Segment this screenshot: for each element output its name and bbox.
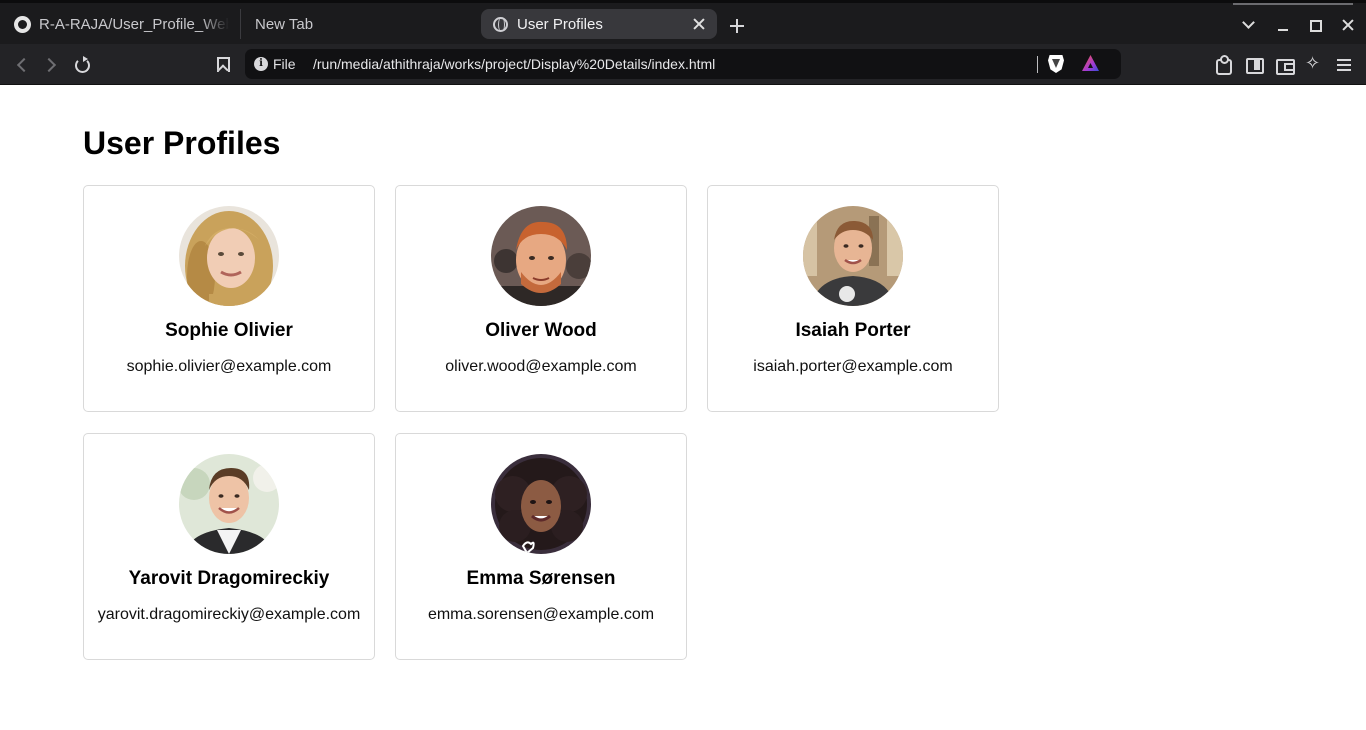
woman-blonde-photo (179, 206, 279, 306)
sidebar-icon[interactable] (1243, 54, 1265, 76)
tab-label: User Profiles (517, 15, 603, 33)
page-viewport: User Profiles Sophie Olivier sophie.oliv… (0, 85, 1366, 730)
user-name: Isaiah Porter (795, 320, 911, 341)
avatar (491, 206, 591, 306)
globe-icon (493, 16, 508, 32)
url-divider (1037, 56, 1038, 73)
woman-curly-hair-photo (491, 454, 591, 554)
tab-label: R-A-RAJA/User_Profile_Web (39, 15, 229, 33)
tab-user-profiles[interactable]: User Profiles (481, 9, 717, 39)
user-email: oliver.wood@example.com (445, 358, 637, 375)
user-card: Emma Sørensen emma.sorensen@example.com (395, 433, 687, 660)
tab-list-icon[interactable] (1239, 15, 1259, 35)
user-name: Sophie Olivier (165, 320, 293, 341)
user-card-grid: Sophie Olivier sophie.olivier@example.co… (83, 185, 1003, 660)
browser-toolbar: i File /run/media/athithraja/works/proje… (0, 44, 1366, 85)
tab-new-tab[interactable]: New Tab (240, 9, 470, 39)
new-tab-button[interactable] (727, 16, 747, 36)
avatar (491, 454, 591, 554)
avatar (179, 454, 279, 554)
tab-github-repo[interactable]: R-A-RAJA/User_Profile_Web (14, 9, 232, 39)
url-text[interactable]: /run/media/athithraja/works/project/Disp… (313, 56, 715, 72)
user-name: Emma Sørensen (466, 568, 616, 589)
close-window-icon[interactable] (1338, 15, 1358, 35)
bookmark-icon[interactable] (211, 54, 233, 76)
tab-label: New Tab (255, 15, 314, 33)
user-card: Oliver Wood oliver.wood@example.com (395, 185, 687, 412)
user-name: Yarovit Dragomireckiy (128, 568, 330, 589)
github-icon (14, 15, 31, 33)
user-card: Sophie Olivier sophie.olivier@example.co… (83, 185, 375, 412)
brave-rewards-icon[interactable] (1082, 55, 1099, 71)
user-card: Isaiah Porter isaiah.porter@example.com (707, 185, 999, 412)
tab-strip-accent (1233, 3, 1353, 5)
user-card: Yarovit Dragomireckiy yarovit.dragomirec… (83, 433, 375, 660)
avatar (179, 206, 279, 306)
url-scheme-label: File (273, 56, 296, 72)
man-red-hair-photo (491, 206, 591, 306)
man-blazer-photo (179, 454, 279, 554)
back-icon[interactable] (11, 54, 33, 76)
avatar (803, 206, 903, 306)
user-name: Oliver Wood (485, 320, 597, 341)
maximize-icon[interactable] (1305, 15, 1325, 35)
forward-icon[interactable] (40, 54, 62, 76)
close-tab-icon[interactable] (691, 16, 707, 32)
brave-shields-icon[interactable] (1048, 55, 1064, 73)
wallet-icon[interactable] (1273, 54, 1295, 76)
reload-icon[interactable] (71, 54, 93, 76)
man-dark-shirt-photo (803, 206, 903, 306)
minimize-icon[interactable] (1273, 15, 1293, 35)
extensions-icon[interactable] (1212, 54, 1234, 76)
ai-assistant-icon[interactable] (1303, 54, 1325, 76)
user-email: sophie.olivier@example.com (126, 358, 332, 375)
menu-icon[interactable] (1333, 54, 1355, 76)
user-email: isaiah.porter@example.com (753, 358, 953, 375)
page-title: User Profiles (83, 125, 281, 161)
browser-tab-strip: R-A-RAJA/User_Profile_Web New Tab User P… (0, 0, 1366, 44)
user-email: emma.sorensen@example.com (427, 606, 655, 623)
user-email: yarovit.dragomireckiy@example.com (97, 606, 361, 623)
site-info-icon[interactable]: i (254, 57, 268, 71)
address-bar[interactable]: i File /run/media/athithraja/works/proje… (245, 49, 1121, 79)
